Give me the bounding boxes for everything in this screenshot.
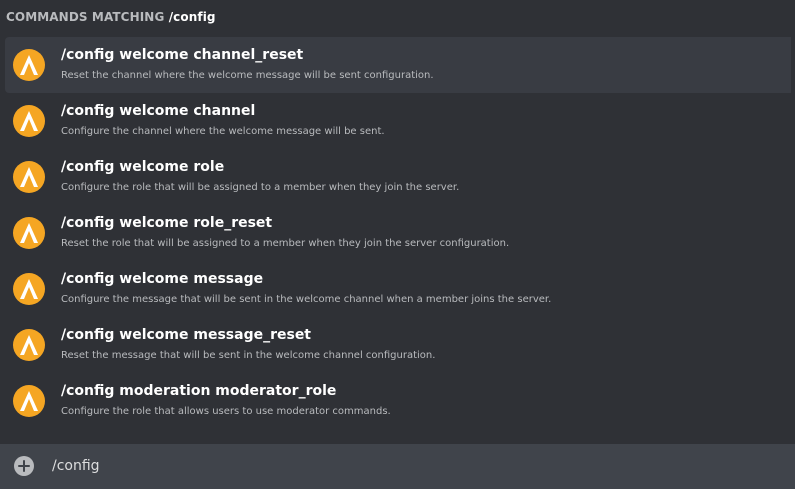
bot-avatar-icon bbox=[13, 273, 45, 305]
commands-header-query: /config bbox=[168, 10, 216, 24]
command-name: /config moderation moderator_role bbox=[61, 383, 337, 399]
command-description: Configure the role that will be assigned… bbox=[61, 182, 460, 193]
command-item[interactable]: /config moderation moderator_role Configu… bbox=[5, 373, 795, 429]
commands-header: COMMANDS MATCHING /config bbox=[6, 9, 216, 25]
command-item[interactable]: /config welcome message_reset Reset the m… bbox=[5, 317, 795, 373]
command-name: /config welcome channel_reset bbox=[61, 47, 304, 63]
command-name: /config welcome channel bbox=[61, 103, 256, 119]
command-item[interactable]: /config welcome role_reset Reset the role… bbox=[5, 205, 795, 261]
command-item[interactable]: /config welcome channel_reset Reset the c… bbox=[5, 37, 795, 93]
command-description: Configure the channel where the welcome … bbox=[61, 126, 385, 137]
command-description: Reset the channel where the welcome mess… bbox=[61, 70, 434, 81]
commands-header-label: COMMANDS MATCHING bbox=[6, 10, 165, 24]
command-name: /config welcome role bbox=[61, 159, 225, 175]
command-item[interactable]: /config welcome channel Configure the cha… bbox=[5, 93, 795, 149]
command-name: /config welcome message bbox=[61, 271, 264, 287]
command-name: /config welcome role_reset bbox=[61, 215, 273, 231]
bot-avatar-icon bbox=[13, 329, 45, 361]
bot-avatar-icon bbox=[13, 385, 45, 417]
command-list-scrollbar[interactable] bbox=[791, 37, 795, 429]
command-item[interactable]: /config welcome role Configure the role t… bbox=[5, 149, 795, 205]
bot-avatar-icon bbox=[13, 49, 45, 81]
command-description: Configure the message that will be sent … bbox=[61, 294, 552, 305]
command-description: Configure the role that allows users to … bbox=[61, 406, 391, 417]
command-description: Reset the message that will be sent in t… bbox=[61, 350, 436, 361]
command-item[interactable]: /config welcome message Configure the mes… bbox=[5, 261, 795, 317]
plus-circle-icon[interactable] bbox=[14, 456, 34, 476]
bot-avatar-icon bbox=[13, 161, 45, 193]
bot-avatar-icon bbox=[13, 217, 45, 249]
command-description: Reset the role that will be assigned to … bbox=[61, 238, 510, 249]
command-name: /config welcome message_reset bbox=[61, 327, 312, 343]
message-input-bar bbox=[0, 444, 795, 489]
message-input[interactable] bbox=[52, 456, 752, 476]
command-list: /config welcome channel_reset Reset the c… bbox=[5, 37, 795, 429]
command-autocomplete-popup: COMMANDS MATCHING /config /config welcom… bbox=[0, 0, 795, 489]
bot-avatar-icon bbox=[13, 105, 45, 137]
